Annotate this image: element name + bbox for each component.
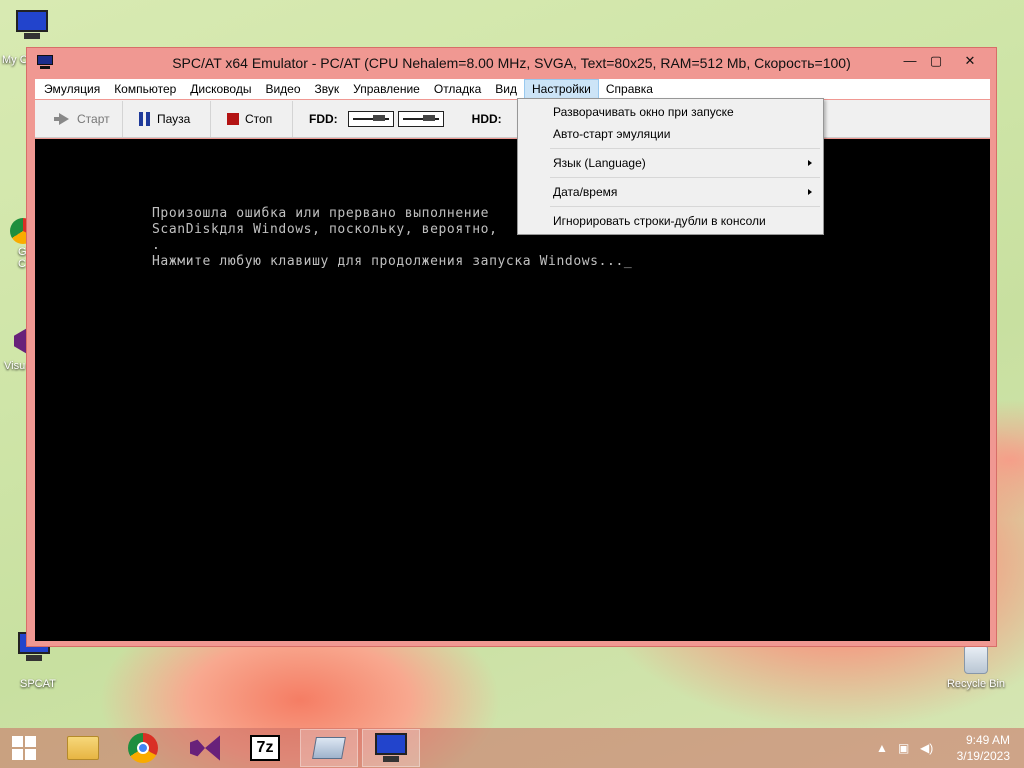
submenu-arrow-icon: [808, 189, 812, 195]
emulator-console-screen[interactable]: Произошла ошибка или прервано выполнение…: [35, 139, 990, 641]
show-hidden-icons-icon[interactable]: ▲: [876, 741, 888, 755]
start-menu-button[interactable]: [0, 729, 48, 767]
chrome-icon: [128, 733, 158, 763]
menu-separator: [550, 206, 820, 207]
menu-control[interactable]: Управление: [346, 79, 427, 99]
menu-separator: [550, 148, 820, 149]
desktop-icon-label: SPCAT: [20, 678, 56, 690]
keyboard-icon: [312, 737, 346, 759]
console-line-4: Нажмите любую клавишу для продолжения за…: [152, 254, 633, 269]
menu-item-ignore-duplicate-lines[interactable]: Игнорировать строки-дубли в консоли: [519, 210, 822, 232]
7zip-icon: 7z: [250, 735, 280, 761]
menu-settings[interactable]: Настройки: [524, 79, 599, 99]
windows-logo-icon: [12, 736, 36, 760]
floppy-drive-a-icon[interactable]: [347, 110, 394, 127]
pause-button[interactable]: Пауза: [123, 100, 211, 137]
play-arrow-icon: [54, 112, 69, 125]
taskbar-7zip[interactable]: 7z: [236, 729, 294, 767]
emulator-window: SPC/AT x64 Emulator - PC/AT (CPU Nehalem…: [26, 47, 997, 647]
menu-view[interactable]: Вид: [488, 79, 524, 99]
clock-time: 9:49 AM: [965, 733, 1010, 747]
volume-icon[interactable]: ◀): [920, 741, 933, 755]
menu-item-language[interactable]: Язык (Language): [519, 152, 822, 174]
menu-video[interactable]: Видео: [258, 79, 307, 99]
menu-debug[interactable]: Отладка: [427, 79, 488, 99]
start-button[interactable]: Старт: [35, 100, 123, 137]
taskbar-spcat[interactable]: [362, 729, 420, 767]
toolbar: Старт Пауза Стоп FDD: HDD:: [35, 100, 990, 138]
stop-button[interactable]: Стоп: [211, 100, 293, 137]
menu-drives[interactable]: Дисководы: [183, 79, 258, 99]
folder-icon: [67, 736, 99, 760]
menu-emulation[interactable]: Эмуляция: [37, 79, 107, 99]
title-bar[interactable]: SPC/AT x64 Emulator - PC/AT (CPU Nehalem…: [27, 48, 996, 78]
console-line-1: Произошла ошибка или прервано выполнение: [152, 206, 490, 221]
recycle-bin-icon: [964, 646, 988, 674]
taskbar-chrome[interactable]: [114, 729, 172, 767]
menu-computer[interactable]: Компьютер: [107, 79, 183, 99]
menu-bar: Эмуляция Компьютер Дисководы Видео Звук …: [35, 79, 990, 99]
pause-icon: [139, 111, 151, 126]
menu-separator: [550, 177, 820, 178]
console-line-3: .: [152, 238, 161, 253]
menu-item-autostart-emulation[interactable]: Авто-старт эмуляции: [519, 123, 822, 145]
network-icon[interactable]: ▣: [898, 741, 909, 755]
hdd-label: HDD:: [471, 111, 502, 126]
submenu-arrow-icon: [808, 160, 812, 166]
clock-date: 3/19/2023: [956, 749, 1010, 763]
system-clock[interactable]: 9:49 AM 3/19/2023: [957, 732, 1010, 764]
taskbar: 7z ▲ ▣ ◀) 9:49 AM 3/19/2023: [0, 728, 1024, 768]
computer-icon: [14, 10, 50, 40]
close-button[interactable]: ✕: [957, 52, 983, 70]
desktop-icon-recycle-bin[interactable]: Recycle Bin: [940, 646, 1012, 690]
fdd-label: FDD:: [309, 111, 338, 126]
taskbar-keyboard-app[interactable]: [300, 729, 358, 767]
taskbar-visual-studio[interactable]: [176, 729, 234, 767]
window-title: SPC/AT x64 Emulator - PC/AT (CPU Nehalem…: [172, 55, 851, 71]
menu-item-datetime[interactable]: Дата/время: [519, 181, 822, 203]
spcat-icon: [373, 733, 409, 763]
settings-dropdown-menu: Разворачивать окно при запуске Авто-стар…: [517, 98, 824, 235]
menu-sound[interactable]: Звук: [308, 79, 347, 99]
visual-studio-icon: [190, 735, 220, 761]
menu-item-maximize-on-start[interactable]: Разворачивать окно при запуске: [519, 101, 822, 123]
taskbar-file-explorer[interactable]: [54, 729, 112, 767]
minimize-button[interactable]: —: [897, 52, 923, 70]
menu-help[interactable]: Справка: [599, 79, 660, 99]
desktop-icon-label: Recycle Bin: [946, 678, 1006, 690]
maximize-button[interactable]: ▢: [923, 52, 949, 70]
floppy-drive-b-icon[interactable]: [397, 110, 444, 127]
stop-icon: [227, 112, 239, 125]
